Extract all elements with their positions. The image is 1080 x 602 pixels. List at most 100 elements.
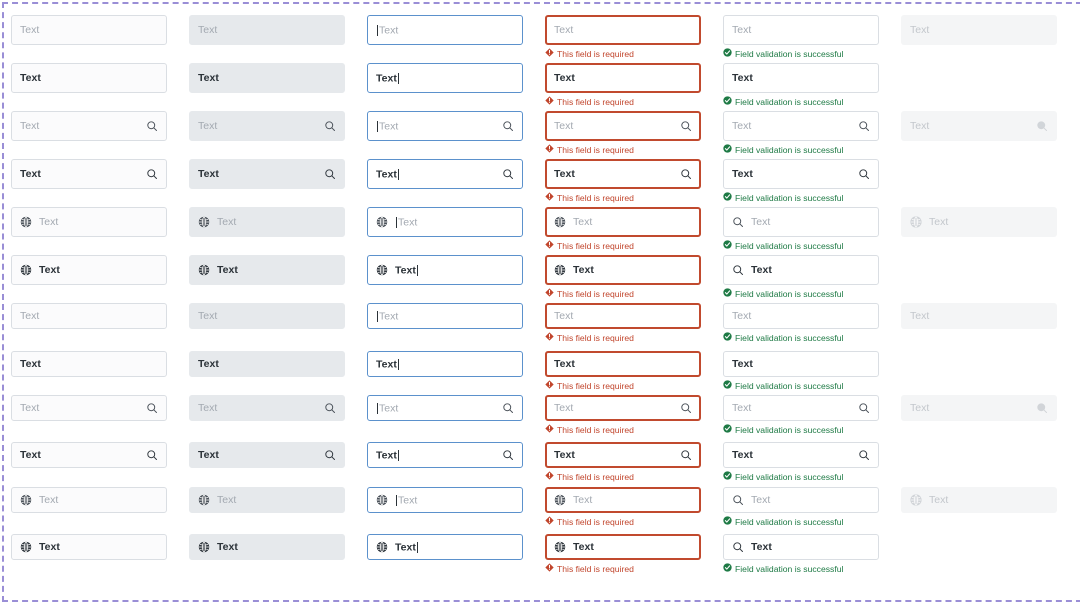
input-placeholder: Text	[732, 24, 752, 36]
text-input-default-filled[interactable]: Text	[11, 442, 167, 468]
text-input-default-placeholder[interactable]: Text	[11, 111, 167, 141]
text-input-error-placeholder[interactable]: Text	[545, 303, 701, 329]
search-icon[interactable]	[858, 402, 870, 414]
search-icon[interactable]	[680, 402, 692, 414]
input-text-label: Text	[379, 120, 399, 132]
text-input-hover-placeholder[interactable]: Text	[189, 487, 345, 513]
text-input-success-filled[interactable]: Text	[723, 159, 879, 189]
search-icon[interactable]	[324, 120, 336, 132]
text-input-error-placeholder[interactable]: Text	[545, 395, 701, 421]
text-input-error-filled[interactable]: Text	[545, 442, 701, 468]
search-icon[interactable]	[680, 168, 692, 180]
text-input-success-placeholder[interactable]: Text	[723, 207, 879, 237]
text-input-default-filled[interactable]: Text	[11, 255, 167, 285]
search-icon[interactable]	[146, 449, 158, 461]
input-value: Text	[554, 72, 575, 84]
text-input-error-filled[interactable]: Text	[545, 63, 701, 93]
text-input-default-placeholder[interactable]: Text	[11, 15, 167, 45]
text-input-hover-filled[interactable]: Text	[189, 255, 345, 285]
search-icon[interactable]	[502, 120, 514, 132]
search-icon[interactable]	[146, 168, 158, 180]
search-icon[interactable]	[324, 168, 336, 180]
text-input-focus-filled[interactable]: Text	[367, 351, 523, 377]
text-input-hover-filled[interactable]: Text	[189, 442, 345, 468]
search-icon[interactable]	[858, 120, 870, 132]
text-input-success-filled[interactable]: Text	[723, 255, 879, 285]
text-input-success-filled[interactable]: Text	[723, 442, 879, 468]
field-cell-hover: Text	[189, 207, 345, 237]
error-exclamation-icon	[545, 332, 554, 344]
text-input-focus-placeholder[interactable]: Text	[367, 487, 523, 513]
text-input-error-placeholder[interactable]: Text	[545, 15, 701, 45]
text-input-success-placeholder[interactable]: Text	[723, 15, 879, 45]
text-input-focus-placeholder[interactable]: Text	[367, 15, 523, 45]
validation-text: Field validation is successful	[735, 332, 844, 343]
input-placeholder: Text	[217, 494, 237, 506]
search-icon[interactable]	[146, 120, 158, 132]
text-input-default-filled[interactable]: Text	[11, 63, 167, 93]
text-input-hover-placeholder[interactable]: Text	[189, 15, 345, 45]
search-icon[interactable]	[502, 402, 514, 414]
input-placeholder: Text	[573, 216, 593, 228]
search-icon[interactable]	[324, 449, 336, 461]
search-icon	[1036, 120, 1048, 132]
text-input-focus-filled[interactable]: Text	[367, 534, 523, 560]
text-input-success-filled[interactable]: Text	[723, 534, 879, 560]
field-cell-default: Text	[11, 207, 167, 237]
text-input-success-placeholder[interactable]: Text	[723, 395, 879, 421]
search-icon[interactable]	[502, 449, 514, 461]
text-input-error-filled[interactable]: Text	[545, 255, 701, 285]
text-input-error-filled[interactable]: Text	[545, 534, 701, 560]
input-placeholder: Text	[198, 402, 218, 414]
globe-icon	[198, 264, 210, 276]
search-icon[interactable]	[680, 120, 692, 132]
field-cell-error: Text This field is required	[545, 63, 701, 108]
text-input-focus-filled[interactable]: Text	[367, 255, 523, 285]
text-input-success-placeholder[interactable]: Text	[723, 487, 879, 513]
text-input-hover-placeholder[interactable]: Text	[189, 111, 345, 141]
text-input-focus-placeholder[interactable]: Text	[367, 111, 523, 141]
text-input-default-placeholder[interactable]: Text	[11, 207, 167, 237]
text-input-default-placeholder[interactable]: Text	[11, 395, 167, 421]
text-input-focus-placeholder[interactable]: Text	[367, 303, 523, 329]
text-input-disabled-placeholder: Text	[901, 487, 1057, 513]
text-input-error-placeholder[interactable]: Text	[545, 111, 701, 141]
text-input-focus-filled[interactable]: Text	[367, 159, 523, 189]
text-input-focus-filled[interactable]: Text	[367, 63, 523, 93]
text-input-default-filled[interactable]: Text	[11, 534, 167, 560]
text-input-hover-filled[interactable]: Text	[189, 63, 345, 93]
field-cell-error: Text This field is required	[545, 395, 701, 436]
text-input-success-placeholder[interactable]: Text	[723, 303, 879, 329]
search-icon	[1036, 402, 1048, 414]
text-input-default-placeholder[interactable]: Text	[11, 303, 167, 329]
search-icon[interactable]	[858, 449, 870, 461]
text-caret	[416, 541, 418, 553]
text-input-hover-filled[interactable]: Text	[189, 534, 345, 560]
text-input-default-filled[interactable]: Text	[11, 351, 167, 377]
text-input-hover-placeholder[interactable]: Text	[189, 207, 345, 237]
text-input-default-filled[interactable]: Text	[11, 159, 167, 189]
field-cell-default: Text	[11, 351, 167, 377]
search-icon[interactable]	[324, 402, 336, 414]
text-input-success-filled[interactable]: Text	[723, 63, 879, 93]
text-input-success-filled[interactable]: Text	[723, 351, 879, 377]
text-input-focus-placeholder[interactable]: Text	[367, 207, 523, 237]
search-icon[interactable]	[858, 168, 870, 180]
search-icon[interactable]	[502, 168, 514, 180]
text-input-error-filled[interactable]: Text	[545, 351, 701, 377]
field-cell-hover: Text	[189, 255, 345, 285]
text-input-hover-placeholder[interactable]: Text	[189, 395, 345, 421]
search-icon[interactable]	[680, 449, 692, 461]
text-input-error-placeholder[interactable]: Text	[545, 207, 701, 237]
text-input-error-filled[interactable]: Text	[545, 159, 701, 189]
text-input-success-placeholder[interactable]: Text	[723, 111, 879, 141]
text-input-default-placeholder[interactable]: Text	[11, 487, 167, 513]
text-input-hover-filled[interactable]: Text	[189, 351, 345, 377]
text-input-focus-filled[interactable]: Text	[367, 442, 523, 468]
text-input-focus-placeholder[interactable]: Text	[367, 395, 523, 421]
search-icon[interactable]	[146, 402, 158, 414]
text-input-hover-placeholder[interactable]: Text	[189, 303, 345, 329]
text-input-error-placeholder[interactable]: Text	[545, 487, 701, 513]
text-input-hover-filled[interactable]: Text	[189, 159, 345, 189]
error-exclamation-icon	[545, 471, 554, 483]
